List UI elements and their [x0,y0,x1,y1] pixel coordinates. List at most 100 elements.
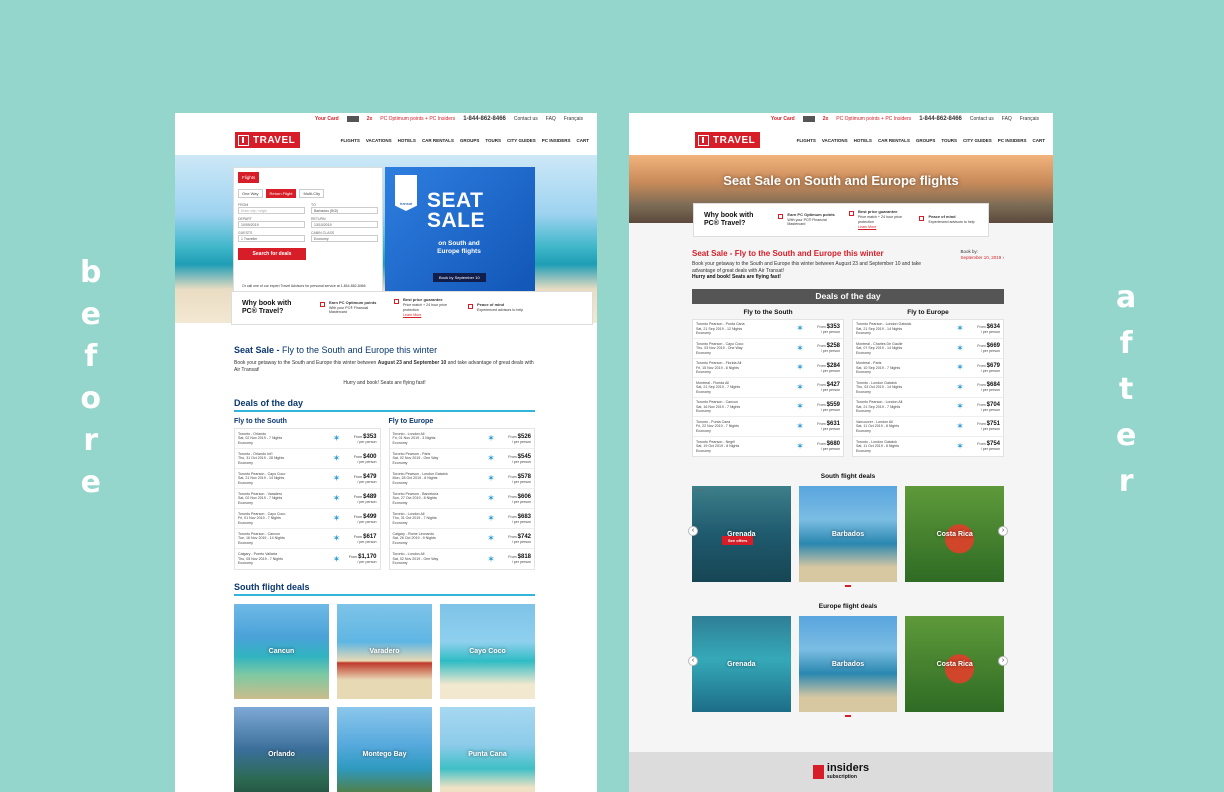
deal-row[interactable]: Toronto Pearson - Barcelona Sun, 27 Oct 2… [389,489,534,509]
carousel-prev-icon[interactable]: ‹ [688,526,698,536]
depart-field[interactable]: 10/09/2019 [238,221,305,228]
to-field[interactable]: Barbados (BGI) [311,207,378,214]
nav-item-cart[interactable]: CART [1033,138,1046,143]
deal-row[interactable]: Toronto - London All Thu, 31 Oct 2019 - 7… [389,509,534,529]
nav-item-flights[interactable]: FLIGHTS [797,138,816,143]
deal-row[interactable]: Toronto - Orlando Int'l Thu, 31 Oct 2019 … [235,449,380,469]
deal-row[interactable]: Toronto Pearson - Cayo Coco Sat, 21 Nov 2… [235,469,380,489]
before-label: before [80,252,101,504]
pc-travel-logo[interactable]: TRAVEL [695,132,761,148]
points-text[interactable]: PC Optimum points + PC Insiders [836,116,911,122]
deal-row[interactable]: Toronto Pearson - Florida All Fri, 15 Nov… [693,359,843,378]
nav-item-groups[interactable]: GROUPS [460,138,480,143]
insiders-banner[interactable]: insiders subscription [629,752,1053,792]
carousel-next-icon[interactable]: › [998,656,1008,666]
book-by-box[interactable]: Book by: September 10, 2019 › [960,249,1004,281]
nav-item-tours[interactable]: TOURS [485,138,501,143]
deal-row[interactable]: Toronto Pearson - London All Sat, 21 Sep … [853,398,1003,417]
nav-item-city-guides[interactable]: CITY GUIDES [507,138,536,143]
south-deals-list: Toronto Pearson - Punta Cana Sat, 21 Sep … [692,318,844,457]
carousel-pager[interactable] [845,715,851,717]
nav-item-vacations[interactable]: VACATIONS [822,138,848,143]
deal-row[interactable]: Montreal - Florida All Sat, 21 Sep 2019 -… [693,378,843,398]
deal-row[interactable]: Toronto - London All Sat, 02 Nov 2019 - O… [390,549,535,569]
nav-item-hotels[interactable]: HOTELS [854,138,872,143]
language-link[interactable]: Français [564,116,583,122]
deal-row[interactable]: Toronto Pearson - Varadero Sat, 02 Nov 20… [235,489,380,509]
faq-link[interactable]: FAQ [546,116,556,122]
deal-row[interactable]: Toronto Pearson - Cayo Coco Thu, 03 Nov 2… [693,339,843,359]
carousel-prev-icon[interactable]: ‹ [688,656,698,666]
deal-row[interactable]: Toronto - Punta Cana Fri, 22 Nov 2019 - 7… [693,417,843,437]
trip-return[interactable]: Return Flight [265,189,297,198]
return-field[interactable]: 13/10/2019 [311,221,378,228]
deal-row[interactable]: Toronto Pearson - Negril Sat, 19 Oct 2019… [693,437,843,457]
chevron-right-icon[interactable]: › [1003,255,1005,260]
see-offers-button[interactable]: See offers [722,536,754,545]
deal-row[interactable]: Toronto Pearson - London Gatwick Sat, 21 … [853,320,1003,339]
nav-item-groups[interactable]: GROUPS [916,138,936,143]
deal-price: From $353/ per person [347,434,377,444]
deal-row[interactable]: Toronto Pearson - London Gatwick Mon, 28 … [389,469,534,489]
cabin-select[interactable]: Economy [311,235,378,242]
contact-link[interactable]: Contact us [514,116,538,122]
nav-item-cart[interactable]: CART [577,138,590,143]
destination-tile[interactable]: Montego Bay [337,707,432,792]
nav-item-pc-insiders[interactable]: PC INSIDERS [998,138,1027,143]
deal-row[interactable]: Toronto Pearson - Cayo Coco Fri, 01 Nov 2… [235,509,380,529]
deal-row[interactable]: Toronto Pearson - Punta Cana Sat, 21 Sep … [693,320,843,339]
learn-more-link[interactable]: Learn More [403,313,421,317]
pc-travel-logo[interactable]: TRAVEL [235,132,301,148]
deal-row[interactable]: Montreal - Paris Sat, 10 Sep 2019 - 7 Nig… [853,359,1003,378]
destination-tile[interactable]: Punta Cana [440,707,535,792]
carousel-pager[interactable] [845,585,851,587]
guests-field[interactable]: 1 Traveller [238,235,305,242]
nav-item-car-rentals[interactable]: CAR RENTALS [878,138,910,143]
contact-link[interactable]: Contact us [970,116,994,122]
deal-row[interactable]: Vancouver - London All Sat, 11 Oct 2019 -… [853,417,1003,437]
carousel-next-icon[interactable]: › [998,526,1008,536]
nav-item-flights[interactable]: FLIGHTS [341,138,360,143]
deal-row[interactable]: Toronto - Orlando Sat, 02 Nov 2019 - 7 Ni… [235,429,380,449]
nav-item-car-rentals[interactable]: CAR RENTALS [422,138,454,143]
points-text[interactable]: PC Optimum points + PC Insiders [380,116,455,122]
trip-one-way[interactable]: One Way [238,189,263,198]
deal-row[interactable]: Toronto Pearson - Paris Sat, 02 Nov 2019 … [389,449,534,469]
nav-item-vacations[interactable]: VACATIONS [366,138,392,143]
deal-row[interactable]: Calgary - Rome Leonardo Sat, 26 Oct 2019 … [389,529,534,549]
nav-item-pc-insiders[interactable]: PC INSIDERS [542,138,571,143]
tab-flights[interactable]: Flights [238,172,260,183]
deal-info: Toronto Pearson - Cancun Sat, 16 Nov 2019… [696,400,790,414]
deal-row[interactable]: Toronto Pearson - Cancun Tue, 16 Nov 2019… [235,529,380,549]
nav-item-hotels[interactable]: HOTELS [398,138,416,143]
phone-number: 1-844-862-8466 [919,116,962,122]
search-deals-button[interactable]: Search for deals [238,248,306,260]
deal-row[interactable]: Toronto - London Gatwick Sat, 11 Oct 2019… [853,437,1003,457]
destination-tile[interactable]: Grenada [692,616,791,712]
destination-tile[interactable]: Varadero [337,604,432,699]
trip-multi-city[interactable]: Multi-City [299,189,325,198]
deal-row[interactable]: Toronto - London Gatwick Thu, 03 Oct 2019… [853,378,1003,398]
promo-book-by-button[interactable]: Book by September 10 [433,273,486,282]
destination-tile[interactable]: Cancun [234,604,329,699]
destination-tile[interactable]: Grenada Grenada See offers [692,486,791,582]
destination-tile[interactable]: Orlando [234,707,329,792]
deal-row[interactable]: Toronto - London All Fri, 01 Nov 2019 - 3… [389,429,534,449]
transat-star-icon: ✶ [796,440,804,451]
nav-item-city-guides[interactable]: CITY GUIDES [963,138,992,143]
destination-tile[interactable]: Barbados [798,616,898,712]
nav-item-tours[interactable]: TOURS [941,138,957,143]
learn-more-link[interactable]: Learn More [858,225,876,229]
destination-tile[interactable]: Barbados [798,486,898,582]
deal-row[interactable]: Montreal - Charles De Gaulle Sat, 07 Sep … [853,339,1003,359]
destination-tile[interactable]: Costa Rica [905,486,1004,582]
destination-tile[interactable]: Cayo Coco [440,604,535,699]
faq-link[interactable]: FAQ [1002,116,1012,122]
deal-row[interactable]: Calgary - Puerto Vallarta Thu, 05 Nov 201… [235,549,380,569]
destination-tile[interactable]: Costa Rica [905,616,1004,712]
language-link[interactable]: Français [1020,116,1039,122]
deal-row[interactable]: Toronto Pearson - Cancun Sat, 16 Nov 2019… [693,398,843,417]
from-field[interactable]: Enter city / origin [238,207,305,214]
transat-star-icon: ✶ [487,433,495,443]
seat-sale-promo[interactable]: transat SEAT SALE on South and Europe fli… [385,167,535,292]
